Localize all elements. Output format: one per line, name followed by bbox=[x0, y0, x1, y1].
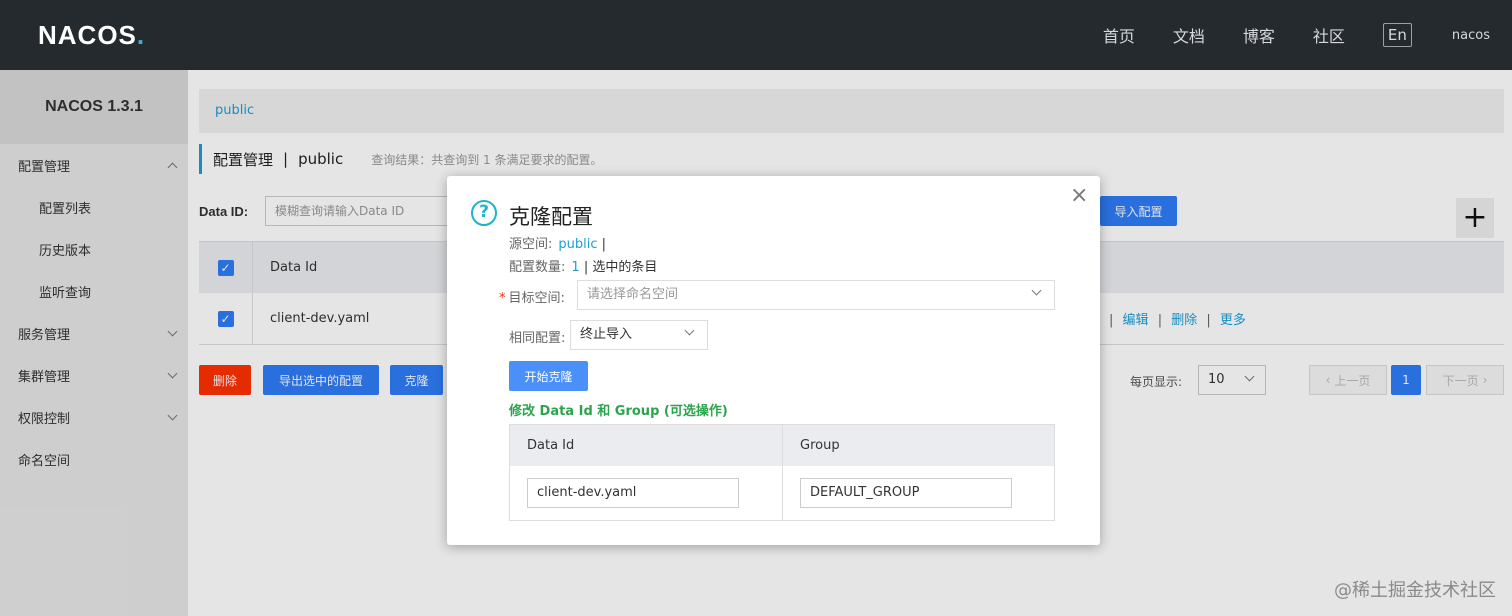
sidebar-item-label: 配置管理 bbox=[18, 159, 71, 175]
page-title-text: 配置管理 bbox=[213, 150, 274, 169]
sidebar-item-label: 监听查询 bbox=[39, 285, 92, 301]
source-namespace-line: 源空间: public | bbox=[509, 233, 606, 252]
sidebar-item-config-management[interactable]: 配置管理 bbox=[0, 144, 188, 186]
chevron-up-icon bbox=[167, 162, 178, 172]
page-title-separator: | bbox=[283, 150, 289, 168]
watermark: @稀土掘金技术社区 bbox=[1334, 580, 1496, 601]
target-namespace-label: * 目标空间: bbox=[499, 291, 565, 306]
clone-edit-table: Data Id Group client-dev.yaml DEFAULT_GR… bbox=[509, 424, 1055, 521]
column-header-group: Group bbox=[800, 438, 840, 453]
row-operations: | 编辑 | 删除 | 更多 bbox=[1104, 309, 1504, 328]
clone-button[interactable]: 克隆 bbox=[390, 365, 443, 395]
sidebar-item-label: 命名空间 bbox=[18, 453, 71, 469]
sidebar-item-label: 权限控制 bbox=[18, 411, 71, 427]
sidebar-item-access-control[interactable]: 权限控制 bbox=[0, 396, 188, 438]
page-size-label: 每页显示: bbox=[1130, 375, 1183, 389]
chevron-down-icon bbox=[167, 368, 178, 378]
count-label: 配置数量: bbox=[509, 260, 566, 275]
sidebar-item-listener-query[interactable]: 监听查询 bbox=[0, 270, 188, 312]
sidebar-item-label: 服务管理 bbox=[18, 327, 71, 343]
op-separator: | bbox=[1206, 313, 1211, 328]
sidebar-item-label: 配置列表 bbox=[39, 201, 92, 217]
sidebar-title: NACOS 1.3.1 bbox=[0, 70, 188, 144]
source-label: 源空间: bbox=[509, 237, 553, 252]
modify-note: 修改 Data Id 和 Group (可选操作) bbox=[509, 404, 728, 419]
data-id-input[interactable]: client-dev.yaml bbox=[527, 478, 739, 508]
add-config-button[interactable]: + bbox=[1456, 198, 1494, 238]
group-input[interactable]: DEFAULT_GROUP bbox=[800, 478, 1012, 508]
data-id-search-input[interactable]: 模糊查询请输入Data ID bbox=[265, 196, 465, 226]
target-namespace-select[interactable]: 请选择命名空间 bbox=[577, 280, 1055, 310]
top-nav: 首页 文档 博客 社区 En nacos bbox=[1103, 0, 1512, 70]
config-count-line: 配置数量: 1 | 选中的条目 bbox=[509, 256, 657, 275]
chevron-down-icon bbox=[684, 325, 695, 336]
nacos-logo[interactable]: NACOS. bbox=[38, 20, 145, 51]
language-toggle-button[interactable]: En bbox=[1382, 23, 1412, 47]
nav-docs[interactable]: 文档 bbox=[1173, 23, 1205, 47]
same-config-policy-select[interactable]: 终止导入 bbox=[570, 320, 708, 350]
nav-community[interactable]: 社区 bbox=[1313, 23, 1345, 47]
namespace-breadcrumb[interactable]: public bbox=[199, 89, 1504, 133]
column-header-data-id: Data Id bbox=[510, 425, 783, 466]
row-checkbox[interactable]: ✓ bbox=[217, 310, 234, 327]
source-separator: | bbox=[601, 237, 607, 252]
sidebar-item-history[interactable]: 历史版本 bbox=[0, 228, 188, 270]
query-result-hint: 查询结果：共查询到 1 条满足要求的配置。 bbox=[371, 152, 603, 167]
clone-config-dialog: × ? 克隆配置 源空间: public | 配置数量: 1 | 选中的条目 * 目标… bbox=[447, 176, 1100, 545]
edit-link[interactable]: 编辑 bbox=[1123, 313, 1149, 328]
count-suffix: | 选中的条目 bbox=[583, 260, 658, 275]
prev-page-label: 上一页 bbox=[1334, 373, 1371, 388]
chevron-down-icon bbox=[1031, 285, 1042, 296]
delete-link[interactable]: 删除 bbox=[1171, 313, 1197, 328]
clone-table-header: Data Id Group bbox=[510, 425, 1054, 466]
import-config-button[interactable]: 导入配置 bbox=[1100, 196, 1177, 226]
target-label-text: 目标空间: bbox=[508, 291, 565, 306]
search-label: Data ID: bbox=[199, 204, 249, 219]
sidebar-item-namespace[interactable]: 命名空间 bbox=[0, 438, 188, 480]
top-bar: NACOS. 首页 文档 博客 社区 En nacos bbox=[0, 0, 1512, 70]
column-header-data-id: Data Id bbox=[270, 260, 318, 275]
sidebar: NACOS 1.3.1 配置管理 配置列表 历史版本 监听查询 服务管理 集群管… bbox=[0, 70, 188, 616]
dialog-title: 克隆配置 bbox=[509, 205, 593, 229]
nav-blog[interactable]: 博客 bbox=[1243, 23, 1275, 47]
start-clone-button[interactable]: 开始克隆 bbox=[509, 361, 588, 391]
question-icon: ? bbox=[471, 200, 497, 226]
same-config-label: 相同配置: bbox=[509, 331, 566, 346]
op-separator: | bbox=[1157, 313, 1163, 328]
close-icon[interactable]: × bbox=[1070, 185, 1088, 207]
page-title-namespace: public bbox=[298, 150, 344, 168]
select-all-checkbox[interactable]: ✓ bbox=[217, 259, 234, 276]
op-separator: | bbox=[1109, 313, 1114, 328]
sidebar-item-config-list[interactable]: 配置列表 bbox=[0, 186, 188, 228]
next-page-label: 下一页 bbox=[1442, 373, 1479, 388]
sidebar-item-label: 历史版本 bbox=[39, 243, 92, 259]
table-row: client-dev.yaml DEFAULT_GROUP bbox=[510, 466, 1054, 520]
delete-button[interactable]: 删除 bbox=[199, 365, 251, 395]
page-size-value: 10 bbox=[1208, 372, 1225, 387]
count-value: 1 bbox=[571, 260, 580, 275]
user-name[interactable]: nacos bbox=[1452, 28, 1490, 43]
target-placeholder: 请选择命名空间 bbox=[587, 287, 679, 302]
page-title: 配置管理 | public 查询结果：共查询到 1 条满足要求的配置。 bbox=[199, 144, 602, 174]
page-size-select[interactable]: 10 bbox=[1198, 365, 1266, 395]
same-config-value: 终止导入 bbox=[580, 327, 633, 342]
prev-page-button[interactable]: ‹ 上一页 bbox=[1309, 365, 1387, 395]
more-link[interactable]: 更多 bbox=[1220, 313, 1246, 328]
chevron-down-icon bbox=[167, 410, 178, 420]
row-data-id: client-dev.yaml bbox=[270, 311, 370, 326]
chevron-down-icon bbox=[1244, 371, 1255, 382]
chevron-down-icon bbox=[167, 326, 178, 336]
sidebar-item-service-management[interactable]: 服务管理 bbox=[0, 312, 188, 354]
export-selected-button[interactable]: 导出选中的配置 bbox=[263, 365, 379, 395]
sidebar-item-label: 集群管理 bbox=[18, 369, 71, 385]
sidebar-item-cluster-management[interactable]: 集群管理 bbox=[0, 354, 188, 396]
nav-home[interactable]: 首页 bbox=[1103, 23, 1135, 47]
next-page-button[interactable]: 下一页 › bbox=[1426, 365, 1504, 395]
page-number-current[interactable]: 1 bbox=[1391, 365, 1421, 395]
source-value: public bbox=[558, 237, 598, 252]
